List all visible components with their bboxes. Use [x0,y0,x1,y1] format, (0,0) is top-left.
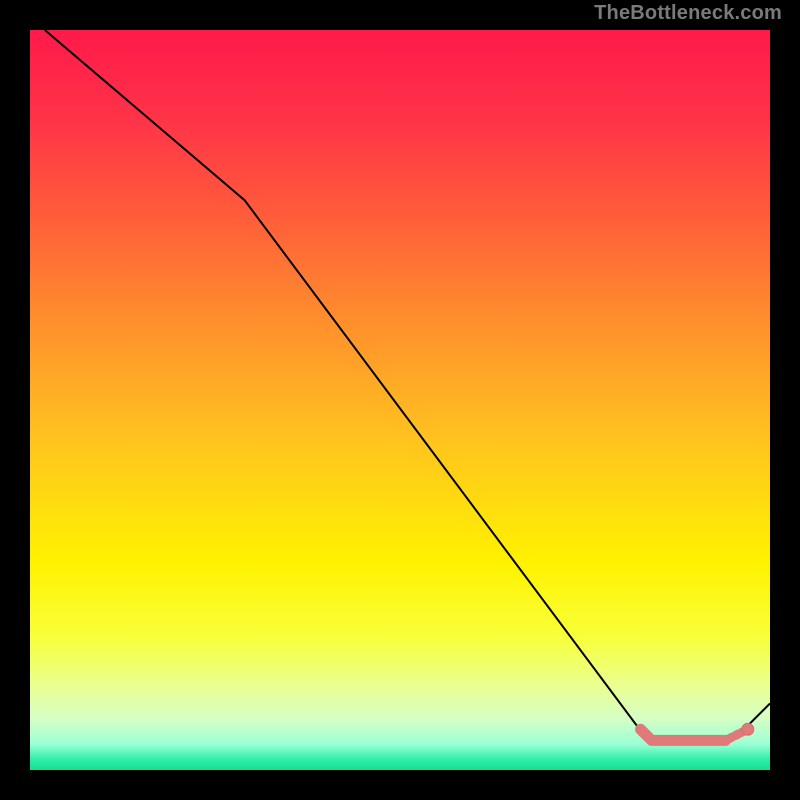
plot-svg [30,30,770,770]
gradient-background [30,30,770,770]
endpoint-marker [742,723,754,735]
plot-area [30,30,770,770]
marker-segment [641,729,726,740]
curve-line [45,30,770,740]
chart-stage: TheBottleneck.com [0,0,800,800]
marker-dashes [729,731,745,739]
attribution-label: TheBottleneck.com [594,2,782,25]
